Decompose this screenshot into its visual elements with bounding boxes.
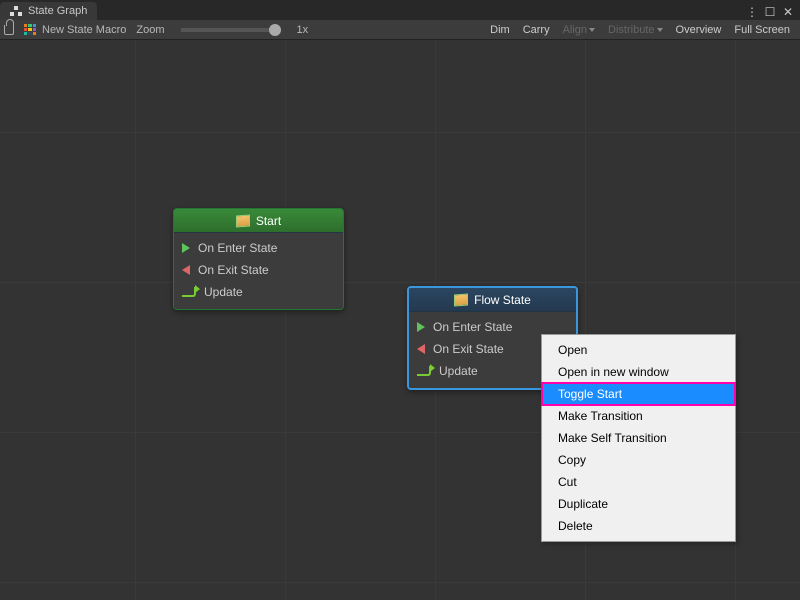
window-controls: ⋮ ☐ ✕: [740, 4, 800, 20]
node-title: Start: [256, 214, 281, 228]
node-start[interactable]: Start On Enter State On Exit State Updat…: [173, 208, 344, 310]
update-icon: [417, 366, 431, 376]
asset-name[interactable]: New State Macro: [42, 24, 126, 36]
exit-icon: [417, 344, 425, 354]
lock-icon[interactable]: [4, 25, 14, 35]
zoom-label: Zoom: [136, 24, 164, 36]
enter-icon: [182, 243, 190, 253]
carry-button[interactable]: Carry: [517, 22, 556, 38]
graph-icon: [10, 6, 22, 16]
row-on-enter[interactable]: On Enter State: [182, 237, 335, 259]
menu-icon[interactable]: ⋮: [746, 6, 758, 18]
fullscreen-button[interactable]: Full Screen: [728, 22, 796, 38]
align-dropdown[interactable]: Align: [557, 22, 601, 38]
overview-button[interactable]: Overview: [670, 22, 728, 38]
macro-icon: [24, 24, 36, 36]
maximize-icon[interactable]: ☐: [764, 6, 776, 18]
state-graph-window: State Graph ⋮ ☐ ✕ New State Macro Zoom 1…: [0, 0, 800, 600]
menu-make-self-transition[interactable]: Make Self Transition: [542, 427, 735, 449]
menu-cut[interactable]: Cut: [542, 471, 735, 493]
enter-icon: [417, 322, 425, 332]
zoom-value: 1x: [297, 24, 309, 36]
toolbar: New State Macro Zoom 1x Dim Carry Align …: [0, 20, 800, 40]
chevron-down-icon: [657, 28, 663, 32]
row-on-exit[interactable]: On Exit State: [182, 259, 335, 281]
zoom-slider[interactable]: [181, 28, 281, 32]
context-menu: Open Open in new window Toggle Start Mak…: [541, 334, 736, 542]
tab-state-graph[interactable]: State Graph: [0, 2, 97, 20]
menu-make-transition[interactable]: Make Transition: [542, 405, 735, 427]
tab-title: State Graph: [28, 5, 87, 17]
menu-duplicate[interactable]: Duplicate: [542, 493, 735, 515]
distribute-dropdown[interactable]: Distribute: [602, 22, 668, 38]
zoom-slider-knob[interactable]: [269, 24, 281, 36]
graph-canvas[interactable]: Start On Enter State On Exit State Updat…: [0, 40, 800, 600]
box-icon: [236, 214, 250, 227]
chevron-down-icon: [589, 28, 595, 32]
menu-copy[interactable]: Copy: [542, 449, 735, 471]
node-title: Flow State: [474, 293, 531, 307]
row-update[interactable]: Update: [182, 281, 335, 303]
menu-delete[interactable]: Delete: [542, 515, 735, 537]
update-icon: [182, 287, 196, 297]
menu-toggle-start[interactable]: Toggle Start: [542, 383, 735, 405]
node-flow-header[interactable]: Flow State: [409, 288, 576, 312]
box-icon: [454, 293, 468, 306]
tab-bar: State Graph ⋮ ☐ ✕: [0, 0, 800, 20]
close-icon[interactable]: ✕: [782, 6, 794, 18]
menu-open[interactable]: Open: [542, 339, 735, 361]
dim-button[interactable]: Dim: [484, 22, 516, 38]
exit-icon: [182, 265, 190, 275]
node-start-header[interactable]: Start: [174, 209, 343, 233]
menu-open-new-window[interactable]: Open in new window: [542, 361, 735, 383]
node-start-body: On Enter State On Exit State Update: [174, 233, 343, 309]
